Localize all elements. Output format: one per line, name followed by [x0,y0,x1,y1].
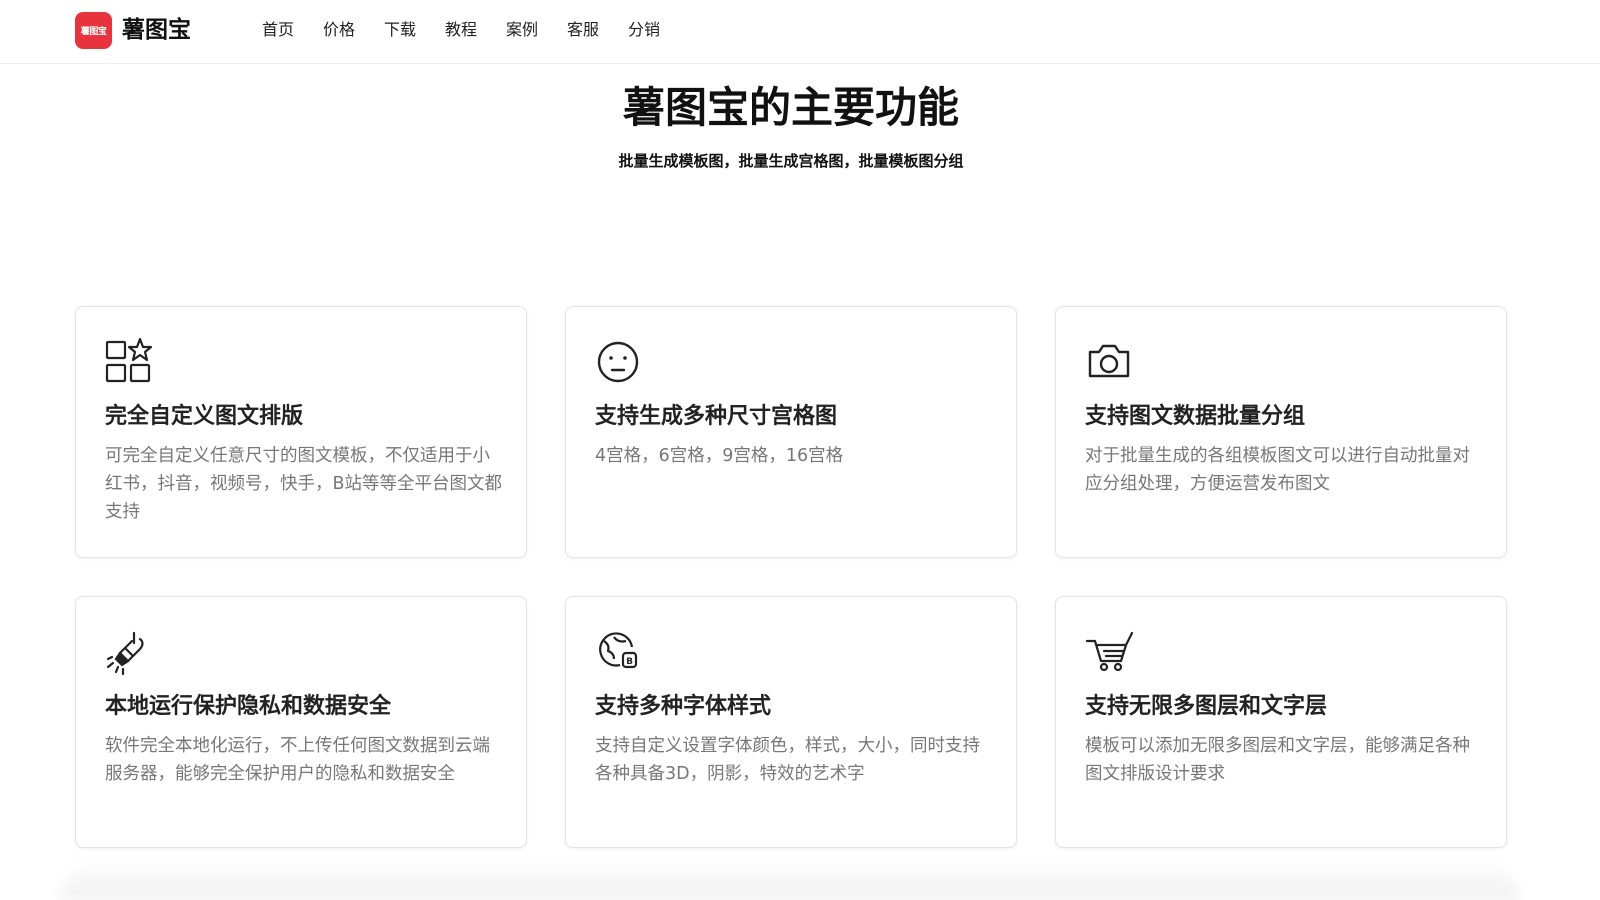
nav-item-tutorial[interactable]: 教程 [445,18,506,42]
feature-desc: 软件完全本地化运行，不上传任何图文数据到云端服务器，能够完全保护用户的隐私和数据… [105,736,490,784]
feature-desc: 模板可以添加无限多图层和文字层，能够满足各种图文排版设计要求 [1085,736,1470,784]
feature-desc: 4宫格，6宫格，9宫格，16宫格 [595,446,844,466]
feature-desc: 可完全自定义任意尺寸的图文模板，不仅适用于小红书，抖音，视频号，快手，B站等等全… [105,446,503,522]
feature-card-layers: 支持无限多图层和文字层 模板可以添加无限多图层和文字层，能够满足各种图文排版设计… [1055,596,1507,848]
main-nav: 首页 价格 下载 教程 案例 客服 分销 [262,18,689,42]
feature-title: 支持多种字体样式 [595,694,772,719]
nav-item-home[interactable]: 首页 [262,18,323,42]
feature-card-font-styles: B 支持多种字体样式 支持自定义设置字体颜色，样式，大小，同时支持各种具备3D，… [565,596,1017,848]
site-header: 薯图宝 薯图宝 首页 价格 下载 教程 案例 客服 分销 [0,0,1600,64]
feature-desc: 支持自定义设置字体颜色，样式，大小，同时支持各种具备3D，阴影，特效的艺术字 [595,736,980,784]
nav-item-download[interactable]: 下载 [384,18,445,42]
nav-item-cases[interactable]: 案例 [506,18,567,42]
feature-card-local-privacy: 本地运行保护隐私和数据安全 软件完全本地化运行，不上传任何图文数据到云端服务器，… [75,596,527,848]
feature-card-batch-group: 支持图文数据批量分组 对于批量生成的各组模板图文可以进行自动批量对应分组处理，方… [1055,306,1507,558]
feature-desc: 对于批量生成的各组模板图文可以进行自动批量对应分组处理，方便运营发布图文 [1085,446,1470,494]
footer-shadow [60,860,1520,900]
feature-title: 支持生成多种尺寸宫格图 [595,404,838,429]
nav-item-support[interactable]: 客服 [567,18,628,42]
cart-icon [1084,627,1134,677]
logo-text[interactable]: 薯图宝 [122,14,191,46]
feature-title: 完全自定义图文排版 [105,404,304,429]
flashlight-icon [104,627,154,677]
feature-card-custom-layout: 完全自定义图文排版 可完全自定义任意尺寸的图文模板，不仅适用于小红书，抖音，视频… [75,306,527,558]
face-icon [594,337,644,387]
logo-icon[interactable]: 薯图宝 [75,12,112,49]
feature-title: 支持图文数据批量分组 [1085,404,1306,429]
nav-item-pricing[interactable]: 价格 [323,18,384,42]
page-subtitle: 批量生成模板图，批量生成宫格图，批量模板图分组 [618,152,964,170]
page-title: 薯图宝的主要功能 [622,83,959,132]
nav-item-affiliate[interactable]: 分销 [628,18,689,42]
feature-card-grid-sizes: 支持生成多种尺寸宫格图 4宫格，6宫格，9宫格，16宫格 [565,306,1017,558]
feature-title: 本地运行保护隐私和数据安全 [105,694,392,719]
svg-text:B: B [626,657,633,667]
camera-icon [1084,337,1134,387]
grid-star-icon [104,337,154,387]
feature-title: 支持无限多图层和文字层 [1085,694,1328,719]
globe-badge-icon: B [594,627,644,677]
